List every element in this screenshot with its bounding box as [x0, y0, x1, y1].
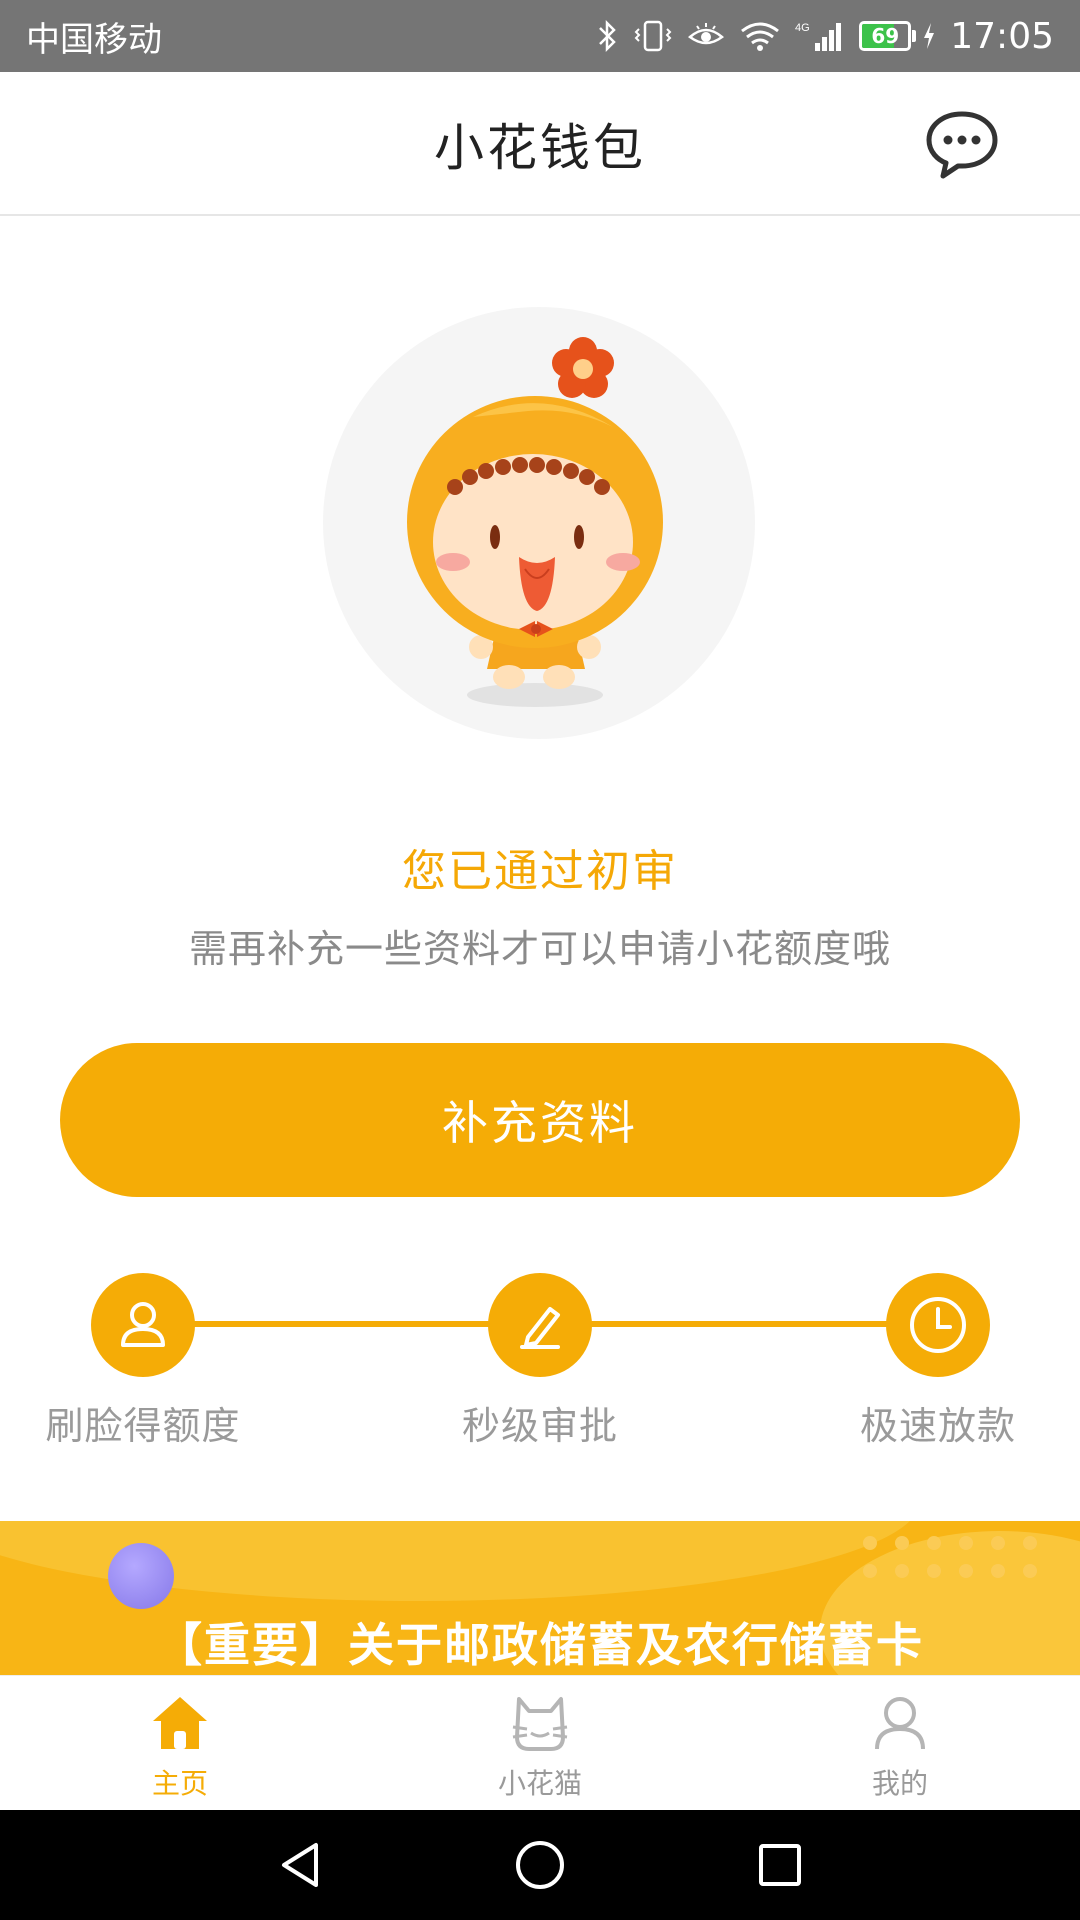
home-circle-icon	[516, 1841, 564, 1889]
recent-apps-button[interactable]	[750, 1835, 810, 1895]
person-icon	[875, 1697, 925, 1750]
step-label-fast-loan: 极速放款	[859, 1404, 1016, 1448]
tab-home[interactable]: 主页	[80, 1676, 280, 1811]
tab-cat-label: 小花猫	[497, 1767, 582, 1800]
status-icons: 4G 69 17:05	[597, 16, 1054, 57]
step-fast-loan	[886, 1273, 990, 1377]
network-type-label: 4G	[795, 22, 810, 34]
page-title: 小花钱包	[434, 119, 646, 177]
announcement-banner[interactable]: 【重要】关于邮政储蓄及农行储蓄卡	[0, 1521, 1080, 1675]
banner-text: 【重要】关于邮政储蓄及农行储蓄卡	[156, 1618, 924, 1672]
decorative-dots	[863, 1536, 1037, 1578]
mascot-illustration	[323, 307, 755, 739]
tab-mine[interactable]: 我的	[800, 1676, 1000, 1811]
bottom-tab-bar: 主页 小花猫 我的	[0, 1675, 1080, 1810]
tab-cat[interactable]: 小花猫	[440, 1676, 640, 1811]
system-navigation-bar	[0, 1810, 1080, 1920]
tab-home-label: 主页	[151, 1767, 208, 1800]
step-instant-approval	[488, 1273, 592, 1377]
app-header: 小花钱包	[0, 72, 1080, 216]
back-button[interactable]	[270, 1835, 330, 1895]
clock-time: 17:05	[950, 15, 1054, 57]
battery-level: 69	[871, 24, 900, 48]
vibrate-icon	[633, 19, 673, 53]
battery-icon: 69	[859, 21, 936, 51]
cat-icon	[512, 1697, 568, 1751]
message-button[interactable]	[922, 104, 1002, 184]
back-triangle-icon	[282, 1843, 318, 1887]
carrier-label: 中国移动	[26, 19, 162, 60]
home-nav-button[interactable]	[510, 1835, 570, 1895]
chat-bubble-icon	[926, 111, 998, 179]
step-face-scan	[91, 1273, 195, 1377]
step-label-instant-approval: 秒级审批	[461, 1404, 618, 1448]
step-label-face-scan: 刷脸得额度	[45, 1404, 241, 1448]
eye-comfort-icon	[687, 19, 725, 53]
approval-status-subtitle: 需再补充一些资料才可以申请小花额度哦	[188, 927, 891, 971]
user-icon	[121, 1302, 165, 1347]
wifi-icon	[739, 19, 781, 53]
pen-icon	[520, 1307, 560, 1349]
approval-status-title: 您已通过初审	[402, 846, 678, 897]
floating-ball[interactable]	[108, 1543, 174, 1609]
status-bar: 中国移动 4G 69 17:05	[0, 0, 1080, 72]
tab-mine-label: 我的	[871, 1767, 928, 1800]
home-icon	[153, 1697, 207, 1749]
recent-square-icon	[759, 1844, 801, 1886]
supplement-info-button[interactable]: 补充资料	[60, 1043, 1020, 1197]
bluetooth-icon	[597, 19, 619, 53]
clock-icon	[910, 1297, 966, 1353]
signal-icon: 4G	[795, 19, 845, 53]
